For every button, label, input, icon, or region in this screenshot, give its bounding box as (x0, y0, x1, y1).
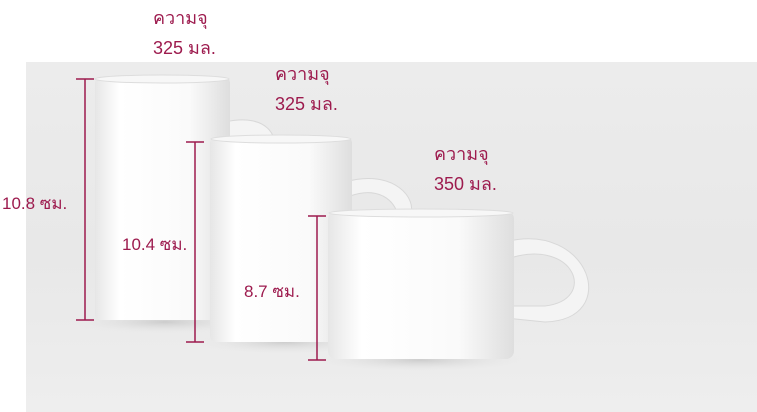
mug-tall-capacity: ความจุ 325 มล. (153, 3, 216, 63)
capacity-value: 325 มล. (153, 38, 216, 58)
capacity-value: 350 มล. (434, 174, 497, 194)
mug-medium-capacity: ความจุ 325 มล. (275, 59, 338, 119)
mug-short-height: 8.7 ซม. (244, 282, 300, 301)
capacity-label: ความจุ (275, 64, 330, 84)
mug-tall-height: 10.8 ซม. (2, 194, 68, 213)
dimension-line-tall (76, 78, 94, 321)
mugs-illustration (70, 74, 590, 372)
mug-short (310, 208, 590, 372)
mug-short-capacity: ความจุ 350 มล. (434, 139, 497, 199)
capacity-value: 325 มล. (275, 94, 338, 114)
capacity-label: ความจุ (434, 144, 489, 164)
mug-medium-height: 10.4 ซม. (122, 235, 188, 254)
capacity-label: ความจุ (153, 8, 208, 28)
